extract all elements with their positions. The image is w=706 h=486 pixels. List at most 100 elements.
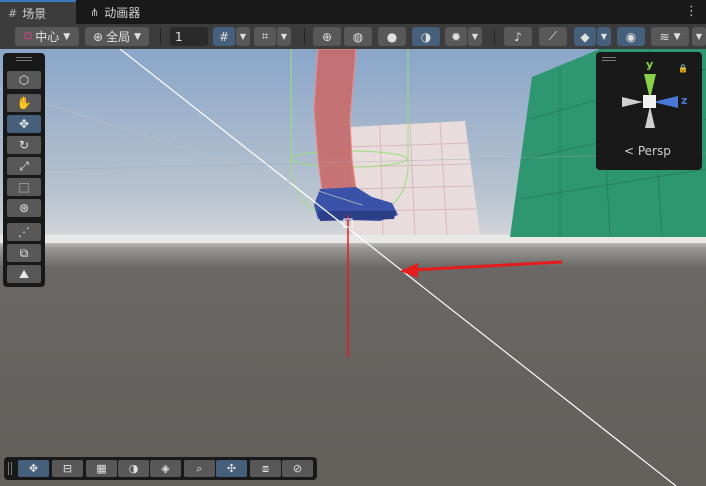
move-tool-button[interactable]: ✥ [7,115,41,133]
layers-icon: ≋ [659,29,670,44]
tab-animator-label: 动画器 [104,5,141,20]
component-tool-button[interactable]: ⧉ [7,244,41,262]
tool-panel: ⬡ ✋ ✥ ↻ ⤢ ⬚ ⊛ ⋰ ⧉ ⛰ [3,53,45,287]
y-axis-label: y [646,58,654,71]
scale-icon: ⤢ [19,158,29,173]
annotation-arrow-shaft [411,260,563,272]
neg-x-axis-cone[interactable] [622,97,643,107]
grid-size-input[interactable]: 1 [170,27,208,46]
tab-animator[interactable]: ⋔ 动画器 [82,0,162,24]
rect-tool-button[interactable]: ⬚ [7,178,41,196]
space-dropdown[interactable]: ⊕ 全局 ▼ [85,27,149,46]
search-overlay-button[interactable]: ⌕ [184,460,215,477]
layers-dropdown[interactable]: ≋ ▼ [651,27,689,46]
custom-tool-button[interactable]: ⋰ [7,223,41,241]
lit-mode-button[interactable]: ◑ [412,27,440,46]
audio-off-icon: ♪ [514,29,522,44]
snap-icon: ⌗ [261,29,269,43]
drag-handle[interactable] [16,57,32,58]
gizmos-icon: ◆ [580,29,590,44]
chevron-down-icon: ▼ [239,32,247,41]
pivot-label: 中心 [35,30,60,44]
terrain-icon: ⛰ [18,266,30,281]
unlit-mode-button[interactable]: ● [378,27,406,46]
debug-draw-menu[interactable]: ▼ [468,27,482,46]
gizmos-toggle-button[interactable]: ◆ [574,27,596,46]
move-icon: ✥ [28,462,39,475]
hand-tool-button[interactable]: ✋ [7,94,41,112]
increment-snap-button[interactable]: ⌗ [254,27,276,46]
camera-overlay-button[interactable]: ⧈ [250,460,281,477]
scale-tool-button[interactable]: ⤢ [7,157,41,175]
pivot-icon: ✣ [226,462,237,475]
debug-draw-button[interactable]: ✹ [445,27,467,46]
z-axis-cone[interactable] [653,96,678,108]
align-overlay-button[interactable]: ⊟ [52,460,83,477]
chevron-down-icon: ▼ [695,32,703,41]
ray-line [0,88,363,206]
orientation-gizmo[interactable]: 🔒 y z < Persp [596,52,702,170]
pivot-overlay-button[interactable]: ✣ [216,460,247,477]
nav-mesh-tool-button[interactable]: ⛰ [7,265,41,283]
toolbar-divider [304,28,305,45]
drag-handle[interactable] [602,60,616,61]
compass-icon: ⊘ [292,462,303,475]
transform-tool-button[interactable]: ⊛ [7,199,41,217]
move-overlay-button[interactable]: ✥ [18,460,49,477]
scene-toolbar: ⊡ 中心 ▼ ⊕ 全局 ▼ 1 # ▼ ⌗ ▼ ⊕ ◍ ● ◑ ✹ ▼ ♪ ⟋ … [0,24,706,50]
copy-icon: ⧉ [19,245,29,260]
wireframe-mode-button[interactable]: ⊕ [313,27,341,46]
chevron-down-icon: ▼ [280,32,288,41]
rotate-tool-button[interactable]: ↻ [7,136,41,154]
center-cube[interactable] [643,95,656,108]
eye-icon: ◉ [625,29,637,44]
compass-overlay-button[interactable]: ⊘ [282,460,313,477]
neg-y-axis-cone[interactable] [645,106,655,128]
align-icon: ⊟ [62,462,73,475]
move-icon: ✥ [18,117,30,131]
drag-handle[interactable] [602,57,616,58]
grid-icon: # [8,6,18,20]
grid-snap-button[interactable]: # [213,27,235,46]
pivot-dropdown[interactable]: ⊡ 中心 ▼ [15,27,79,46]
toolbar-divider [160,28,161,45]
tab-scene[interactable]: # 场景 [0,0,76,24]
grid-snap-menu[interactable]: ▼ [236,27,250,46]
effects-toggle-button[interactable]: ⟋ [539,27,567,46]
grid-snap-icon: # [218,29,230,44]
rect-icon: ⬚ [18,180,30,194]
layers-overlay-button[interactable]: ◈ [150,460,181,477]
lighting-overlay-button[interactable]: ◑ [118,460,149,477]
drag-handle[interactable] [11,462,12,475]
grid-size-value: 1 [175,29,183,44]
projection-label[interactable]: < Persp [624,144,671,158]
branch-icon: ⋔ [90,5,100,19]
chevron-down-icon: ▼ [63,31,71,42]
scene-visibility-button[interactable]: ◉ [617,27,645,46]
view-cube-button[interactable]: ⬡ [7,71,41,89]
grid-overlay-button[interactable]: ▦ [86,460,117,477]
layers-icon: ◈ [161,462,170,475]
lit-sphere-icon: ◑ [128,462,139,475]
grid-icon: ▦ [96,462,107,475]
audio-toggle-button[interactable]: ♪ [504,27,532,46]
pivot-icon: ⊡ [23,31,33,42]
drag-handle[interactable] [8,462,9,475]
transform-icon: ⊛ [18,201,30,215]
more-menu-icon[interactable]: ⋮ [685,4,698,19]
chevron-down-icon: ▼ [471,32,479,41]
increment-snap-menu[interactable]: ▼ [277,27,291,46]
cube-icon: ⬡ [18,73,30,87]
wireframe-sphere-icon: ⊕ [321,29,333,44]
overflow-menu[interactable]: ▼ [692,27,706,46]
toolbar-divider [494,28,495,45]
drag-handle[interactable] [16,60,32,61]
gizmos-menu[interactable]: ▼ [597,27,611,46]
z-axis-label: z [681,94,688,107]
pivot-tool-icon: ⋰ [18,225,30,239]
shaded-wireframe-mode-button[interactable]: ◍ [344,27,372,46]
effects-icon: ⟋ [548,29,558,43]
overlay-toolbar: ✥ ⊟ ▦ ◑ ◈ ⌕ ✣ ⧈ ⊘ [4,457,317,480]
rotate-icon: ↻ [18,138,30,152]
space-label: 全局 [106,30,131,44]
